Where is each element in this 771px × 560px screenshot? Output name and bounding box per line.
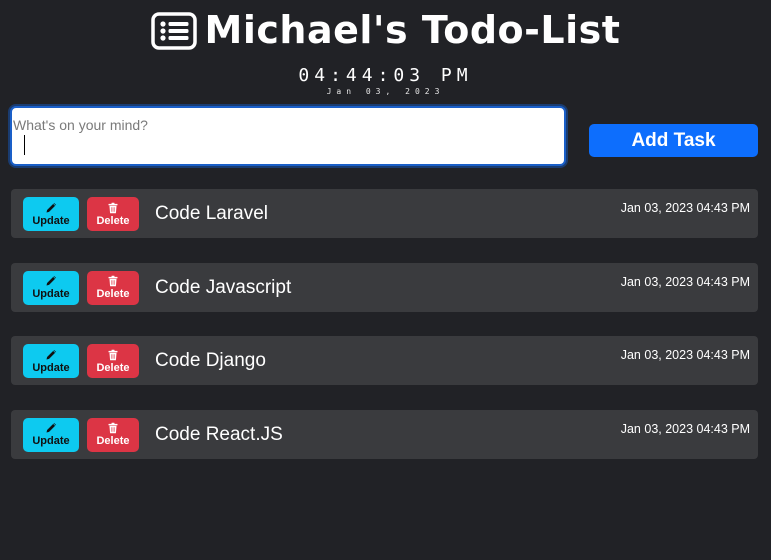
update-label: Update <box>32 435 70 447</box>
task-timestamp: Jan 03, 2023 04:43 PM <box>620 201 750 215</box>
task-row: Update Delete Code Javascript Jan 03, 20… <box>11 262 758 312</box>
task-name: Code React.JS <box>155 423 283 445</box>
delete-label: Delete <box>96 435 130 447</box>
delete-button[interactable]: Delete <box>87 417 139 452</box>
clock-time: 04:44:03 PM <box>298 65 473 86</box>
task-row: Update Delete Code React.JS Jan 03, 2023… <box>11 409 758 459</box>
task-timestamp: Jan 03, 2023 04:43 PM <box>620 421 750 436</box>
delete-button[interactable]: Delete <box>87 270 139 305</box>
pencil-icon <box>46 422 57 433</box>
delete-label: Delete <box>96 214 130 227</box>
task-input-container <box>10 106 566 166</box>
todo-app: Michael's Todo-List 04:44:03 PM Jan 03, … <box>0 0 771 560</box>
page-header: Michael's Todo-List <box>0 8 771 52</box>
pencil-icon <box>46 275 57 286</box>
task-row: Update Delete Code Laravel Jan 03, 2023 … <box>11 189 758 238</box>
trash-icon <box>108 202 118 213</box>
update-button[interactable]: Update <box>23 417 79 452</box>
delete-label: Delete <box>96 288 130 300</box>
task-name: Code Javascript <box>155 276 292 298</box>
trash-icon <box>108 275 118 287</box>
task-timestamp: Jan 03, 2023 04:43 PM <box>620 348 750 362</box>
update-label: Update <box>32 288 70 300</box>
pencil-icon <box>46 349 57 359</box>
update-button[interactable]: Update <box>23 270 79 305</box>
clock-date: Jan 03, 2023 <box>326 87 445 96</box>
task-name: Code Django <box>155 350 266 371</box>
task-row: Update Delete Code Django Jan 03, 2023 0… <box>11 336 758 385</box>
delete-button[interactable]: Delete <box>87 197 139 231</box>
task-timestamp: Jan 03, 2023 04:43 PM <box>620 274 750 289</box>
text-caret <box>24 135 25 155</box>
delete-button[interactable]: Delete <box>87 344 139 378</box>
delete-label: Delete <box>96 361 130 374</box>
trash-icon <box>108 422 118 434</box>
update-button[interactable]: Update <box>23 197 79 231</box>
update-label: Update <box>32 214 70 227</box>
task-name: Code Laravel <box>155 203 269 224</box>
task-list: Update Delete Code Laravel Jan 03, 2023 … <box>11 189 758 483</box>
task-input[interactable] <box>12 108 564 164</box>
page-title: Michael's Todo-List <box>204 8 621 52</box>
trash-icon <box>108 349 118 360</box>
list-icon <box>150 12 197 50</box>
add-task-button[interactable]: Add Task <box>589 124 758 157</box>
update-label: Update <box>32 361 70 374</box>
pencil-icon <box>46 202 57 212</box>
update-button[interactable]: Update <box>23 344 79 378</box>
